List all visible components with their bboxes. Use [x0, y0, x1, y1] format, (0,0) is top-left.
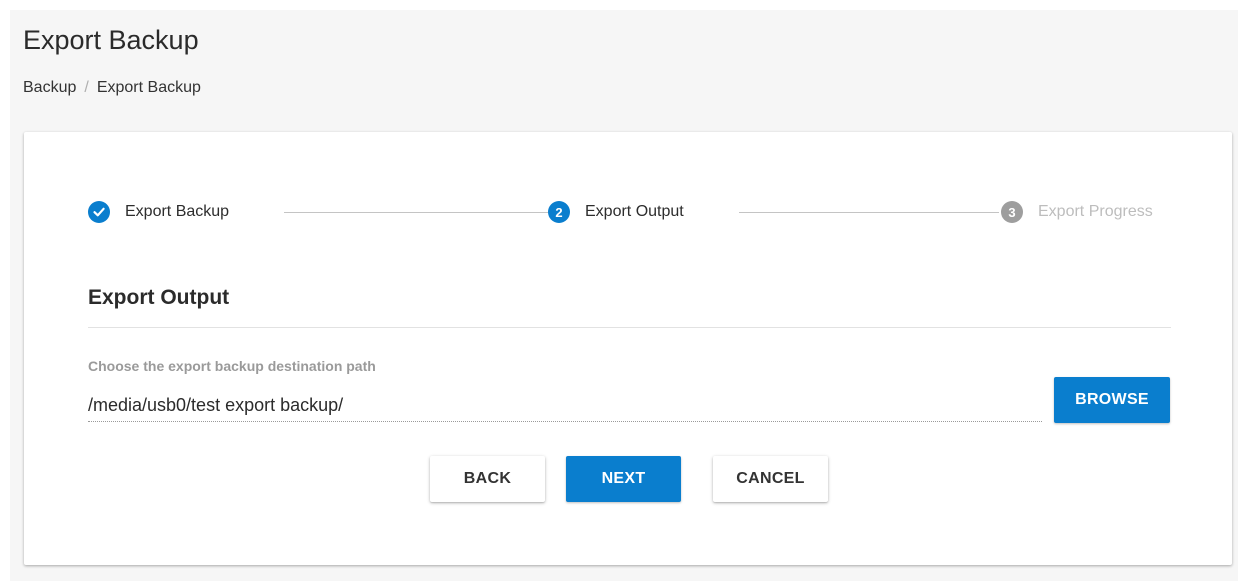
back-button[interactable]: BACK: [430, 456, 545, 502]
stepper: Export Backup 2 Export Output 3 Export P…: [88, 199, 1174, 225]
breadcrumb: Backup / Export Backup: [23, 79, 201, 97]
step-label: Export Output: [585, 203, 684, 220]
destination-path-label: Choose the export backup destination pat…: [88, 358, 376, 374]
breadcrumb-item-backup[interactable]: Backup: [23, 79, 76, 97]
page-title: Export Backup: [23, 25, 199, 55]
check-icon: [88, 201, 110, 223]
cancel-button[interactable]: CANCEL: [713, 456, 828, 502]
step-export-output: 2 Export Output: [548, 199, 684, 225]
step-export-progress: 3 Export Progress: [1001, 199, 1153, 225]
breadcrumb-separator: /: [84, 79, 89, 96]
step-label: Export Backup: [125, 203, 230, 220]
export-card: Export Backup 2 Export Output 3 Export P…: [24, 132, 1232, 565]
step-label: Export Progress: [1038, 203, 1153, 220]
section-divider: [88, 327, 1171, 328]
next-button[interactable]: NEXT: [566, 456, 681, 502]
browse-button[interactable]: BROWSE: [1054, 377, 1170, 423]
step-number-badge: 3: [1001, 201, 1023, 223]
section-title: Export Output: [88, 286, 230, 309]
step-export-backup: Export Backup: [88, 199, 229, 225]
step-connector: [284, 212, 550, 213]
destination-path-input[interactable]: [88, 389, 1042, 422]
breadcrumb-item-export-backup: Export Backup: [96, 79, 201, 96]
step-number-badge: 2: [548, 201, 570, 223]
step-connector: [739, 212, 999, 213]
